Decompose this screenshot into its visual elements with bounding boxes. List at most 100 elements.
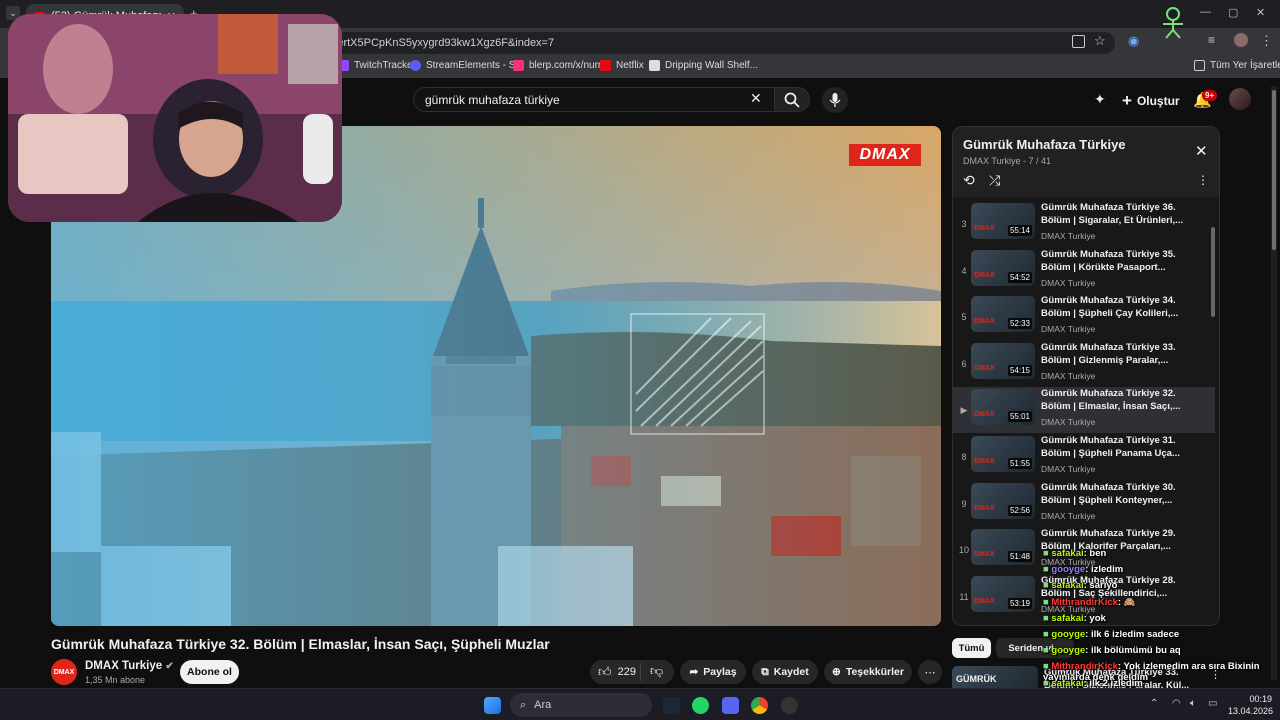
playlist-item[interactable]: 9 DMAX 52:56 Gümrük Muhafaza Türkiye 30. Bö… <box>953 481 1215 527</box>
save-label: Kaydet <box>773 666 809 678</box>
like-dislike-group: 👍︎ 229 👎︎ <box>590 660 674 684</box>
tab-search-icon[interactable]: ≡ <box>1208 33 1215 47</box>
playlist-item-channel: DMAX Turkiye <box>1041 277 1096 288</box>
channel-name[interactable]: DMAX Turkiye ✔ <box>85 660 174 672</box>
subscribe-button[interactable]: Abone ol <box>180 660 239 684</box>
windows-taskbar: ⌕ Ara ⌃ ◠ 🔈︎ ▭ 00:19 13.04.2026 <box>0 688 1280 720</box>
bookmark-star-icon[interactable]: ☆ <box>1094 33 1106 49</box>
loop-icon[interactable]: ⟲ <box>963 172 975 189</box>
thanks-button[interactable]: ⊕ Teşekkürler <box>824 660 912 684</box>
chat-text: : sarıyo <box>1083 580 1118 592</box>
chat-username: gooyge <box>1051 629 1086 640</box>
close-window-button[interactable]: ✕ <box>1256 6 1265 19</box>
playlist-title[interactable]: Gümrük Muhafaza Türkiye <box>963 137 1126 152</box>
close-playlist-icon[interactable]: ✕ <box>1195 142 1208 160</box>
thumbnail-dmax-label: DMAX <box>974 364 995 372</box>
whatsapp-icon[interactable] <box>692 697 709 714</box>
playlist-item[interactable]: 6 DMAX 54:15 Gümrük Muhafaza Türkiye 33. Bö… <box>953 341 1215 387</box>
bookmark-label: Dripping Wall Shelf... <box>665 60 758 71</box>
search-button[interactable] <box>774 87 810 112</box>
bookmark-netflix[interactable]: Netflix <box>600 60 644 71</box>
playlist-item-title: Gümrük Muhafaza Türkiye 31. Bölüm | Şüph… <box>1041 435 1180 459</box>
playlist-item-duration: 51:55 <box>1007 458 1032 469</box>
obs-icon[interactable] <box>781 697 798 714</box>
wifi-icon[interactable]: ◠ <box>1172 698 1181 709</box>
playlist-item-channel: DMAX Turkiye <box>1041 370 1096 381</box>
extension-icon[interactable]: ◉ <box>1128 33 1139 49</box>
bookmark-blerp[interactable]: blerp.com/x/nurr <box>513 60 601 71</box>
profile-avatar[interactable] <box>1234 33 1248 47</box>
recommended-thumbnail[interactable]: GÜMRÜK <box>952 666 1038 688</box>
dislike-button[interactable]: 👎︎ <box>640 663 663 681</box>
all-bookmarks[interactable]: Tüm Yer İşaretleri <box>1194 60 1280 71</box>
taskbar-search[interactable]: ⌕ Ara <box>510 693 652 717</box>
playlist-item-index: 5 <box>961 312 967 323</box>
stream-mascot-icon <box>1163 7 1183 39</box>
playlist-scrollbar[interactable] <box>1211 227 1215 317</box>
battery-icon[interactable]: ▭ <box>1208 698 1217 709</box>
microphone-icon <box>829 93 841 107</box>
playlist-item[interactable]: 5 DMAX 52:33 Gümrük Muhafaza Türkiye 34. Bö… <box>953 294 1215 340</box>
verified-icon: ✔ <box>165 661 174 672</box>
create-button[interactable]: + Oluştur <box>1122 91 1180 111</box>
share-button[interactable]: ➦ Paylaş <box>680 660 746 684</box>
create-icon[interactable]: ✦ <box>1094 91 1106 108</box>
playlist-item[interactable]: 8 DMAX 51:55 Gümrük Muhafaza Türkiye 31. Bö… <box>953 434 1215 480</box>
playlist-item-thumbnail: DMAX 51:48 <box>971 529 1035 566</box>
chat-message: ■ safakai: yok <box>1043 613 1273 624</box>
streamer-webcam-image <box>8 14 342 222</box>
playlist-item-thumbnail: DMAX 53:19 <box>971 575 1035 612</box>
chat-text: : izledim <box>1085 564 1124 576</box>
playlist-item[interactable]: 4 DMAX 54:52 Gümrük Muhafaza Türkiye 35. Bö… <box>953 248 1215 294</box>
playlist-item-duration: 54:52 <box>1007 271 1032 283</box>
chat-username: safakai <box>1051 548 1084 559</box>
voice-search-button[interactable] <box>822 87 848 113</box>
playlist-item-thumbnail: DMAX 55:01 <box>971 389 1035 426</box>
thumbnail-dmax-label: DMAX <box>974 597 995 605</box>
search-input[interactable]: gümrük muhafaza türkiye <box>413 87 775 112</box>
bookmark-shelf[interactable]: Dripping Wall Shelf... <box>649 60 758 71</box>
page-scrollbar-thumb[interactable] <box>1272 90 1276 250</box>
shuffle-icon[interactable]: ⤮ <box>989 172 1000 189</box>
filter-all-chip[interactable]: Tümü <box>952 638 991 658</box>
address-bar[interactable]: XertX5PCpKnS5yxygrd93kw1Xgz6F&index=7 <box>320 32 1115 54</box>
chrome-icon[interactable] <box>751 697 768 714</box>
bookmark-streamelements[interactable]: StreamElements - S... <box>410 60 524 71</box>
clock-time: 00:19 <box>1249 694 1272 704</box>
save-button[interactable]: ⧉ Kaydet <box>752 660 818 684</box>
playlist-item-channel: DMAX Turkiye <box>1041 417 1096 428</box>
clock[interactable]: 00:19 13.04.2026 <box>1228 693 1273 717</box>
playlist-item-thumbnail: DMAX 52:33 <box>971 296 1035 333</box>
maximize-button[interactable]: ▢ <box>1228 6 1238 19</box>
plus-icon: + <box>1122 91 1132 110</box>
playlist-menu-icon[interactable]: ⋮ <box>1197 173 1209 187</box>
webcam-overlay <box>8 14 342 222</box>
like-button[interactable]: 👍︎ 229 <box>598 664 636 680</box>
menu-icon[interactable]: ⋮ <box>1260 33 1273 49</box>
chat-text: : ben <box>1083 548 1107 559</box>
more-actions-button[interactable]: ⋯ <box>918 660 942 684</box>
steam-icon[interactable] <box>663 697 680 714</box>
account-avatar[interactable] <box>1229 88 1251 110</box>
clear-search-icon[interactable]: ✕ <box>750 90 762 107</box>
chat-text: : 🙈 <box>1117 596 1136 608</box>
chat-message: ■ safakai: ilk 2 izledim <box>1043 678 1273 689</box>
playlist-item[interactable]: ▶ DMAX 55:01 Gümrük Muhafaza Türkiye 32. Bö… <box>953 387 1215 434</box>
discord-icon[interactable] <box>722 697 739 714</box>
bookmark-twitchtracker[interactable]: TwitchTracker <box>338 60 416 71</box>
windows-start-icon[interactable] <box>484 697 501 714</box>
chat-username: MithrandirKick <box>1051 596 1118 608</box>
channel-avatar[interactable]: DMAX <box>51 659 77 685</box>
volume-icon[interactable]: 🔈︎ <box>1190 698 1196 709</box>
playlist-item-index: 3 <box>961 219 967 229</box>
page-icon <box>649 60 660 71</box>
bookmark-label: blerp.com/x/nurr <box>529 60 602 71</box>
playlist-item[interactable]: 3 DMAX 55:14 Gümrük Muhafaza Türkiye 36. Bö… <box>953 201 1215 247</box>
thumbnail-dmax-label: DMAX <box>974 271 995 279</box>
subscriber-count: 1,35 Mn abone <box>85 675 146 685</box>
playlist-item-thumbnail: DMAX 52:56 <box>971 482 1035 519</box>
playlist-item-title: Gümrük Muhafaza Türkiye 34. Bölüm | Şüph… <box>1041 295 1179 320</box>
install-app-icon[interactable] <box>1072 35 1085 48</box>
minimize-button[interactable]: — <box>1200 6 1211 18</box>
tray-chevron-icon[interactable]: ⌃ <box>1150 698 1158 709</box>
